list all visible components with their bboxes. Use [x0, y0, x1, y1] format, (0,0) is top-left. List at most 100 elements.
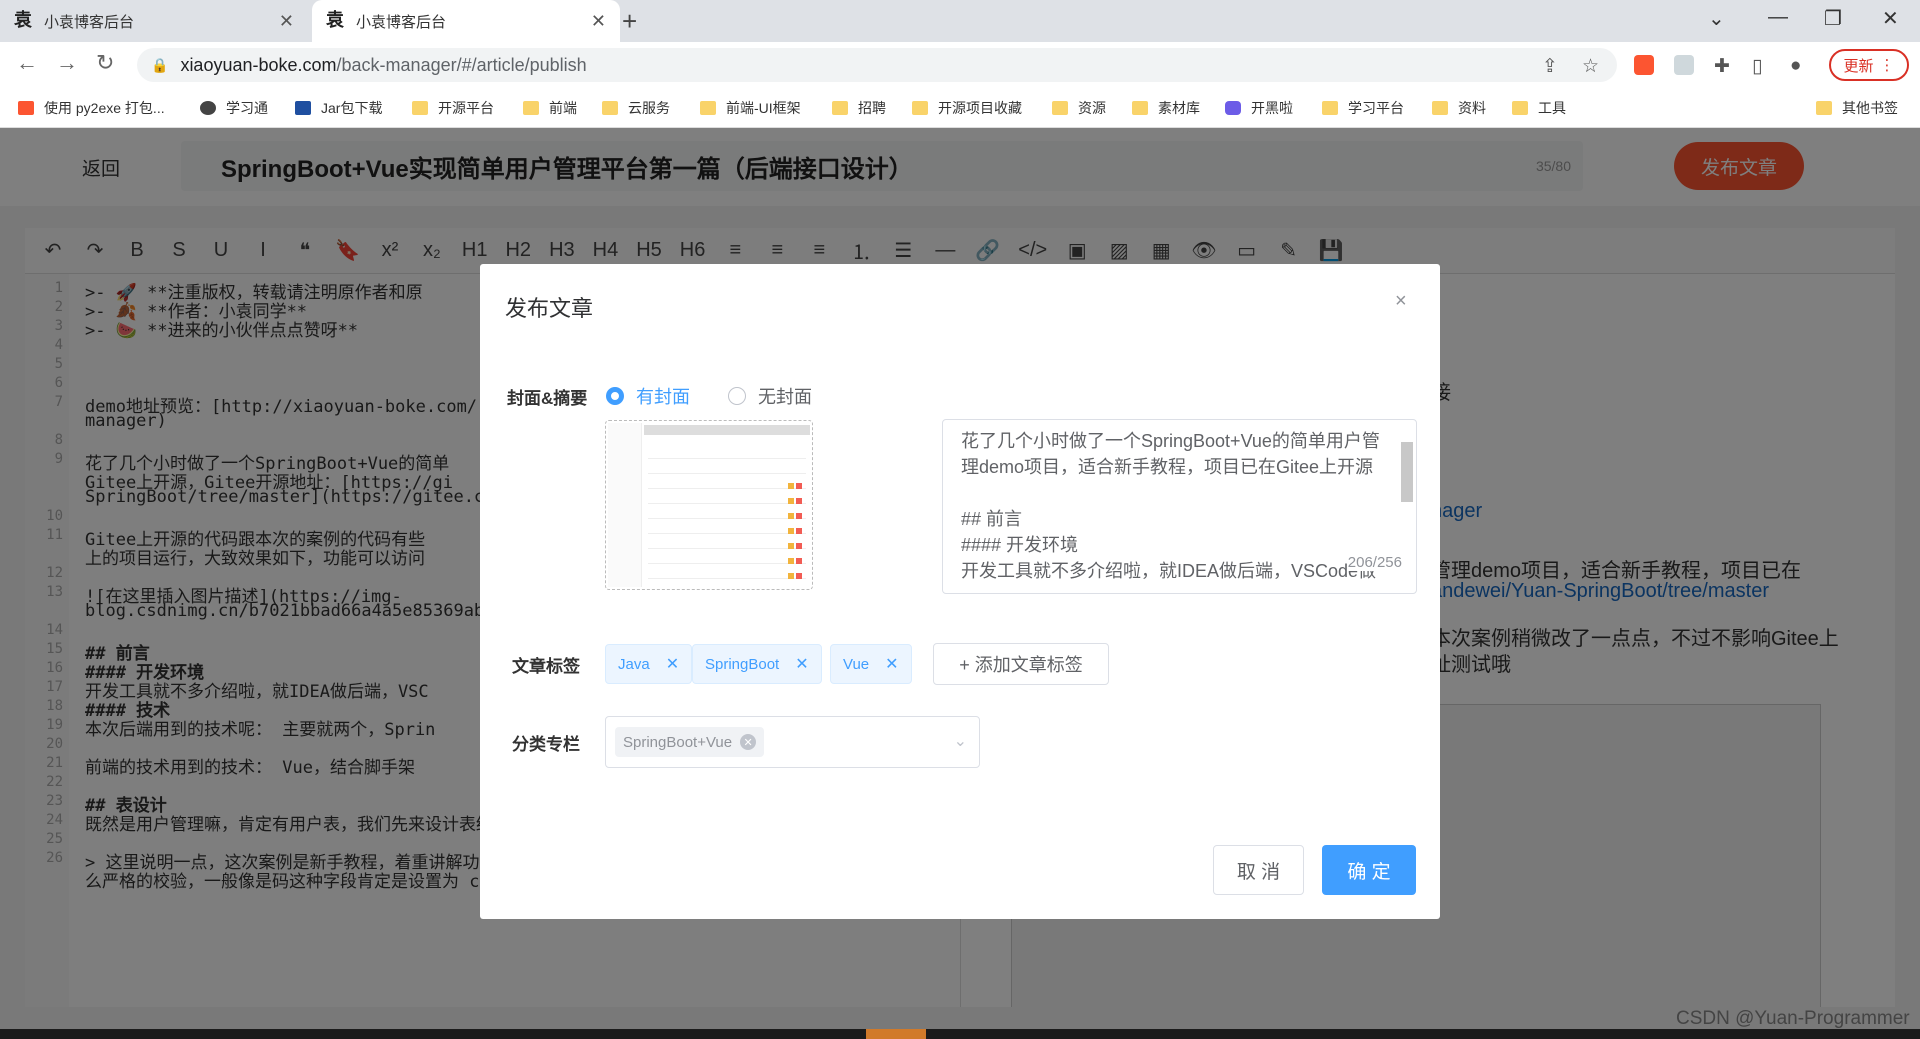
tag-remove-icon[interactable]: ✕: [885, 654, 898, 674]
cover-thumb-row: [648, 511, 806, 519]
tag-vue: Vue ✕: [830, 644, 912, 684]
other-bookmarks[interactable]: 其他书签: [1816, 98, 1898, 118]
folder-icon: [1432, 101, 1448, 115]
bookmark-label: 使用 py2exe 打包...: [44, 100, 165, 116]
confirm-button[interactable]: 确 定: [1322, 845, 1416, 895]
bookmark-label: 学习平台: [1348, 100, 1404, 116]
bookmark-folder-frontend[interactable]: 前端: [523, 98, 577, 118]
bookmark-label: 学习通: [226, 100, 268, 116]
csdn-icon: [18, 101, 34, 115]
folder-icon: [700, 101, 716, 115]
bookmark-folder-learning[interactable]: 学习平台: [1322, 98, 1404, 118]
new-tab-icon[interactable]: +: [622, 6, 637, 37]
bookmark-label: 开源项目收藏: [938, 100, 1022, 116]
back-arrow-icon[interactable]: ←: [16, 50, 38, 76]
more-menu-icon: ⋮: [1879, 57, 1895, 74]
bookmark-folder-docs[interactable]: 资料: [1432, 98, 1486, 118]
publish-dialog: 发布文章 × 封面&摘要 有封面 无封面 花了几个小时做了一个SpringBoo…: [480, 264, 1440, 919]
cover-thumb-delete-btn: [796, 513, 802, 519]
radio-no-cover[interactable]: 无封面: [728, 383, 812, 409]
profile-avatar-icon[interactable]: ●: [1790, 55, 1801, 77]
browser-tab-1[interactable]: 袁 小袁博客后台 ✕: [0, 0, 308, 42]
cover-thumb-delete-btn: [796, 498, 802, 504]
cover-thumb-edit-btn: [788, 498, 794, 504]
bookmark-jar[interactable]: Jar包下载: [295, 98, 382, 118]
bookmark-py2exe[interactable]: 使用 py2exe 打包...: [18, 98, 165, 118]
browser-tab-2-active[interactable]: 袁 小袁博客后台 ✕: [312, 0, 620, 42]
bookmark-label: 开源平台: [438, 100, 494, 116]
radio-label: 有封面: [636, 387, 690, 407]
extensions-puzzle-icon[interactable]: ✚: [1714, 55, 1730, 78]
bookmark-folder-jobs[interactable]: 招聘: [832, 98, 886, 118]
bookmark-label: 开黑啦: [1251, 100, 1293, 116]
bookmark-folder-cloud[interactable]: 云服务: [602, 98, 670, 118]
chevron-down-icon: ⌄: [953, 733, 967, 750]
bookmark-folder-opensource[interactable]: 开源平台: [412, 98, 494, 118]
cover-image-upload[interactable]: [605, 420, 813, 590]
cover-thumb-header: [644, 425, 810, 435]
cover-thumb-edit-btn: [788, 528, 794, 534]
close-tab-icon[interactable]: ✕: [591, 11, 606, 32]
os-taskbar: [0, 1029, 1920, 1039]
bookmark-folder-materials[interactable]: 素材库: [1132, 98, 1200, 118]
tab-search-chevron-icon[interactable]: ⌄: [1708, 6, 1725, 31]
url-path: /back-manager/#/article/publish: [336, 54, 587, 75]
side-panel-icon[interactable]: ▯: [1752, 55, 1762, 78]
cover-thumb-edit-btn: [788, 558, 794, 564]
cancel-button[interactable]: 取 消: [1213, 845, 1304, 895]
add-tag-button[interactable]: + 添加文章标签: [933, 643, 1109, 685]
bookmark-label: 招聘: [858, 100, 886, 116]
radio-has-cover[interactable]: 有封面: [606, 383, 690, 409]
folder-icon: [1322, 101, 1338, 115]
radio-unchecked-icon: [728, 387, 746, 405]
bookmark-label: 素材库: [1158, 100, 1200, 116]
taskbar-active-app: [866, 1029, 926, 1039]
bookmark-folder-ui[interactable]: 前端-UI框架: [700, 98, 801, 118]
tag-springboot: SpringBoot ✕: [692, 644, 822, 684]
tag-java: Java ✕: [605, 644, 693, 684]
abstract-textarea[interactable]: 花了几个小时做了一个SpringBoot+Vue的简单用户管理demo项目，适合…: [942, 419, 1417, 594]
cover-thumb-delete-btn: [796, 573, 802, 579]
tab-title: 小袁博客后台: [356, 13, 447, 31]
cover-thumb-delete-btn: [796, 543, 802, 549]
bookmark-label: 云服务: [628, 100, 670, 116]
chip-remove-icon[interactable]: ✕: [740, 734, 757, 750]
close-tab-icon[interactable]: ✕: [279, 11, 294, 32]
minimize-icon[interactable]: —: [1768, 6, 1788, 29]
bookmark-folder-resources[interactable]: 资源: [1052, 98, 1106, 118]
bookmark-star-icon[interactable]: ☆: [1582, 55, 1599, 78]
abstract-scroll-thumb[interactable]: [1401, 442, 1413, 502]
bookmark-xuexitong[interactable]: 学习通: [200, 98, 268, 118]
folder-icon: [602, 101, 618, 115]
dialog-close-icon[interactable]: ×: [1395, 290, 1407, 313]
update-label: 更新: [1843, 57, 1874, 75]
cover-thumb-row: [648, 556, 806, 564]
bookmark-folder-tools[interactable]: 工具: [1512, 98, 1566, 118]
maximize-icon[interactable]: ❐: [1824, 6, 1842, 31]
folder-icon: [1512, 101, 1528, 115]
category-select[interactable]: SpringBoot+Vue ✕ ⌄: [605, 716, 980, 768]
tag-text: SpringBoot: [705, 655, 780, 673]
cover-abstract-label: 封面&摘要: [507, 389, 588, 408]
kaiheila-icon: [1225, 101, 1241, 115]
tab-title: 小袁博客后台: [44, 13, 135, 31]
abstract-count: 206/256: [1347, 554, 1402, 571]
globe-icon: [200, 101, 216, 115]
csdn-watermark: CSDN @Yuan-Programmer: [1676, 1008, 1910, 1029]
cover-thumb-edit-btn: [788, 483, 794, 489]
cover-thumb-delete-btn: [796, 528, 802, 534]
cover-thumb-row: [648, 466, 806, 474]
share-icon[interactable]: ⇪: [1542, 55, 1558, 78]
tag-remove-icon[interactable]: ✕: [666, 654, 679, 674]
update-button[interactable]: 更新 ⋮: [1829, 49, 1909, 81]
tag-remove-icon[interactable]: ✕: [795, 654, 808, 674]
translate-extension-icon[interactable]: [1674, 55, 1694, 75]
reload-icon[interactable]: ↻: [96, 50, 114, 76]
url-input[interactable]: 🔒 xiaoyuan-boke.com/back-manager/#/artic…: [137, 48, 1617, 82]
bookmark-folder-projects[interactable]: 开源项目收藏: [912, 98, 1022, 118]
csdn-extension-icon[interactable]: [1634, 55, 1654, 75]
bookmark-kaiheila[interactable]: 开黑啦: [1225, 98, 1293, 118]
folder-icon: [912, 101, 928, 115]
window-close-icon[interactable]: ✕: [1882, 6, 1899, 31]
forward-arrow-icon[interactable]: →: [56, 50, 78, 76]
